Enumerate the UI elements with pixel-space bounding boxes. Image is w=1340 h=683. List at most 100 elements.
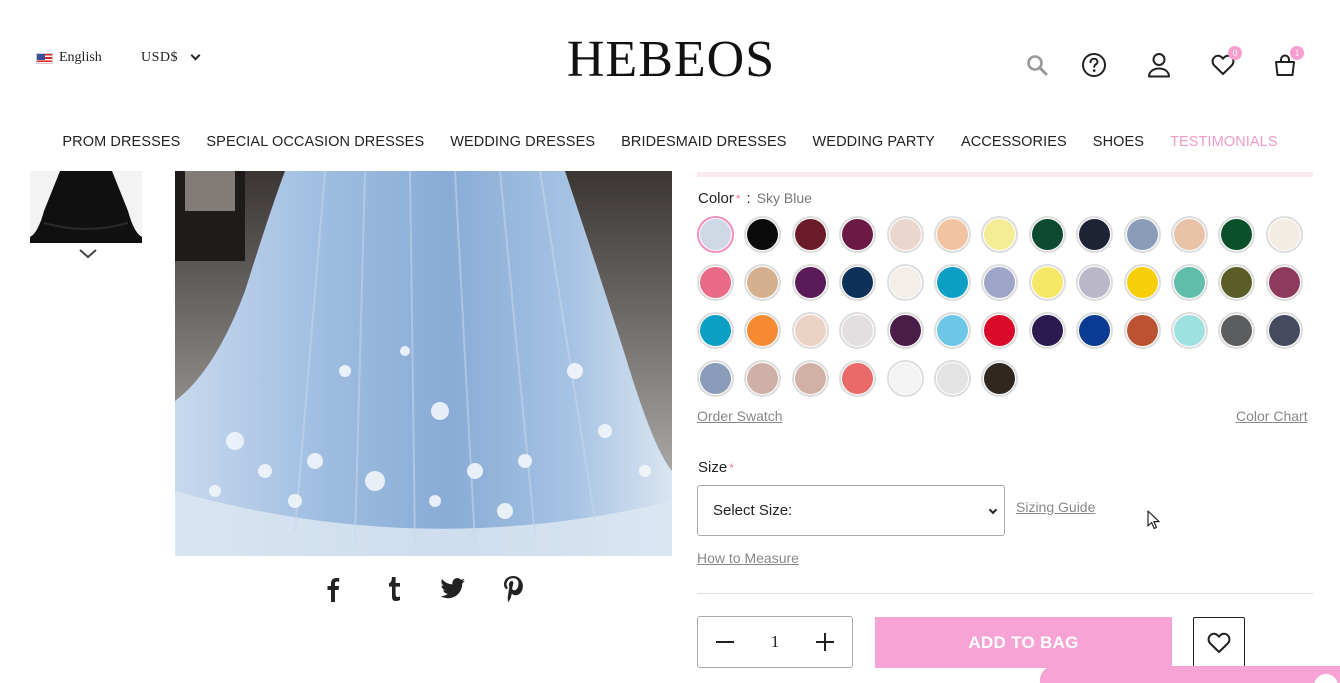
size-select[interactable]: Select Size:	[697, 485, 1005, 536]
color-swatch[interactable]	[981, 264, 1019, 301]
required-asterisk: *	[735, 192, 741, 206]
color-swatch[interactable]	[933, 264, 971, 301]
color-swatch[interactable]	[697, 264, 734, 301]
quantity-value[interactable]: 1	[771, 632, 780, 652]
product-main-image[interactable]	[175, 171, 672, 556]
nav-item-special-occasion[interactable]: SPECIAL OCCASION DRESSES	[206, 134, 424, 150]
color-swatch[interactable]	[1170, 264, 1208, 301]
color-swatch[interactable]	[744, 216, 782, 253]
color-swatch[interactable]	[744, 360, 782, 397]
color-swatch[interactable]	[1170, 216, 1208, 253]
size-select-value: Select Size:	[713, 502, 793, 519]
color-swatch[interactable]	[1265, 312, 1303, 349]
color-swatch-fill	[1268, 315, 1300, 346]
color-swatch-fill	[1126, 267, 1158, 298]
color-swatch[interactable]	[791, 360, 829, 397]
nav-item-wedding-dresses[interactable]: WEDDING DRESSES	[450, 134, 595, 150]
main-nav: PROM DRESSES SPECIAL OCCASION DRESSES WE…	[0, 134, 1340, 150]
color-swatch-fill	[889, 363, 921, 394]
color-swatch[interactable]	[697, 312, 734, 349]
color-chart-link[interactable]: Color Chart	[1236, 408, 1308, 424]
color-swatch[interactable]	[886, 312, 924, 349]
color-swatch[interactable]	[1218, 264, 1256, 301]
color-swatch[interactable]	[1265, 216, 1303, 253]
add-to-wishlist-button[interactable]	[1193, 617, 1245, 668]
color-swatch[interactable]	[1076, 264, 1114, 301]
color-swatch-fill	[700, 267, 731, 298]
minus-icon[interactable]	[714, 631, 736, 653]
color-swatch[interactable]	[744, 264, 782, 301]
color-swatch[interactable]	[1218, 312, 1256, 349]
color-swatch[interactable]	[839, 312, 877, 349]
thumbnail-next-chevron-icon[interactable]	[79, 245, 97, 263]
size-label: Size	[698, 459, 728, 476]
color-swatch[interactable]	[933, 216, 971, 253]
color-swatch-fill	[842, 267, 874, 298]
quantity-stepper: 1	[697, 616, 853, 668]
color-swatch[interactable]	[1028, 312, 1066, 349]
pinterest-icon	[504, 576, 523, 602]
color-swatch[interactable]	[1028, 264, 1066, 301]
add-to-bag-button[interactable]: ADD TO BAG	[875, 617, 1172, 668]
order-swatch-link[interactable]: Order Swatch	[697, 408, 783, 424]
nav-item-wedding-party[interactable]: WEDDING PARTY	[813, 134, 935, 150]
color-swatch[interactable]	[1218, 216, 1256, 253]
nav-item-testimonials[interactable]: TESTIMONIALS	[1170, 134, 1278, 150]
site-logo[interactable]: HEBEOS	[540, 30, 802, 90]
color-swatch-fill	[700, 363, 731, 394]
color-swatch[interactable]	[933, 360, 971, 397]
color-swatch-fill	[984, 363, 1016, 394]
gallery-thumbnail[interactable]	[30, 171, 142, 243]
share-tumblr[interactable]	[378, 574, 408, 604]
color-swatch[interactable]	[791, 216, 829, 253]
color-swatch[interactable]	[933, 312, 971, 349]
color-swatch[interactable]	[1123, 264, 1161, 301]
color-swatch[interactable]	[886, 264, 924, 301]
search-button[interactable]	[1022, 50, 1052, 80]
account-button[interactable]	[1144, 50, 1174, 80]
color-swatch-fill	[747, 219, 779, 250]
sizing-guide-link[interactable]: Sizing Guide	[1016, 499, 1095, 515]
currency-selector[interactable]: USD$	[141, 50, 201, 66]
color-swatch-fill	[1173, 267, 1205, 298]
nav-item-bridesmaid-dresses[interactable]: BRIDESMAID DRESSES	[621, 134, 786, 150]
color-swatch-fill	[700, 315, 731, 346]
plus-icon[interactable]	[814, 631, 836, 653]
wishlist-button[interactable]: 0	[1208, 46, 1242, 80]
facebook-icon	[327, 578, 340, 602]
color-swatch[interactable]	[1265, 264, 1303, 301]
color-swatch[interactable]	[791, 264, 829, 301]
color-swatch[interactable]	[981, 360, 1019, 397]
color-swatch[interactable]	[981, 312, 1019, 349]
color-swatch[interactable]	[744, 312, 782, 349]
language-selector[interactable]: English	[36, 50, 102, 66]
color-swatch[interactable]	[839, 264, 877, 301]
color-swatch[interactable]	[981, 216, 1019, 253]
color-swatch-fill	[1031, 267, 1063, 298]
share-facebook[interactable]	[318, 574, 348, 604]
color-swatch[interactable]	[1076, 216, 1114, 253]
color-swatch[interactable]	[1170, 312, 1208, 349]
nav-item-accessories[interactable]: ACCESSORIES	[961, 134, 1067, 150]
color-swatch[interactable]	[1123, 216, 1161, 253]
chat-widget-tab[interactable]	[1040, 666, 1340, 683]
nav-item-shoes[interactable]: SHOES	[1093, 134, 1144, 150]
color-swatch[interactable]	[697, 360, 734, 397]
color-swatch[interactable]	[839, 216, 877, 253]
share-twitter[interactable]	[438, 574, 468, 604]
how-to-measure-link[interactable]: How to Measure	[697, 550, 799, 566]
color-swatch[interactable]	[697, 216, 734, 253]
nav-item-prom-dresses[interactable]: PROM DRESSES	[62, 134, 180, 150]
share-pinterest[interactable]	[498, 574, 528, 604]
color-swatch[interactable]	[1123, 312, 1161, 349]
color-swatch-fill	[1126, 219, 1158, 250]
color-swatch[interactable]	[839, 360, 877, 397]
help-button[interactable]	[1079, 50, 1109, 80]
color-swatch[interactable]	[791, 312, 829, 349]
color-swatch[interactable]	[886, 216, 924, 253]
cart-button[interactable]: 1	[1270, 46, 1304, 80]
color-swatch[interactable]	[1028, 216, 1066, 253]
color-swatch[interactable]	[1076, 312, 1114, 349]
color-swatch[interactable]	[886, 360, 924, 397]
color-swatch-fill	[700, 219, 731, 250]
